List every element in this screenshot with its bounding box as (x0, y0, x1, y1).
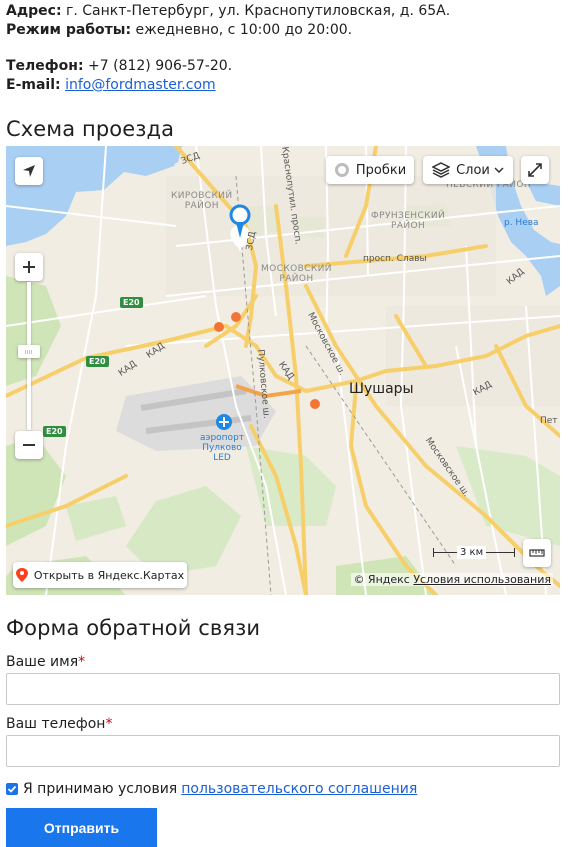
check-icon (7, 785, 17, 793)
plus-icon (23, 261, 35, 273)
traffic-label: Пробки (355, 162, 407, 178)
fullscreen-button[interactable] (521, 156, 549, 184)
copyright-text: © Яндекс (353, 573, 410, 586)
phone-label-text: Ваш телефон (6, 716, 106, 732)
name-field-label: Ваше имя* (6, 653, 566, 671)
agreement-link[interactable]: пользовательского соглашения (181, 780, 417, 798)
email-link[interactable]: info@fordmaster.com (65, 77, 216, 93)
email-label: E-mail: (6, 77, 61, 93)
locate-icon (23, 165, 35, 177)
label-neva: р. Нева (504, 218, 539, 228)
address-line: Адрес: г. Санкт-Петербург, ул. Краснопут… (6, 2, 566, 21)
map-copyright: © Яндекс Условия использования (351, 573, 553, 586)
chevron-down-icon (494, 167, 504, 173)
e20-shield-2: E20 (86, 356, 109, 367)
open-in-yandex-label: Открыть в Яндекс.Картах (33, 568, 185, 582)
agreement-row: Я принимаю условия пользовательского сог… (6, 780, 566, 798)
traffic-icon (334, 163, 349, 177)
agreement-text: Я принимаю условия (23, 781, 178, 797)
phone-line: Телефон: +7 (812) 906-57-20. (6, 57, 566, 76)
scale-label: 3 км (457, 546, 487, 559)
label-slavy: просп. Славы (363, 254, 427, 264)
zoom-slider-handle[interactable] (18, 345, 40, 358)
address-value: г. Санкт-Петербург, ул. Краснопутиловска… (61, 3, 451, 19)
label-moskovsky: МОСКОВСКИЙ РАЙОН (261, 264, 332, 284)
label-frunzensky: ФРУНЗЕНСКИЙ РАЙОН (371, 211, 446, 231)
required-mark: * (78, 654, 86, 670)
phone-field-label: Ваш телефон* (6, 715, 566, 733)
zoom-in-button[interactable] (15, 253, 43, 281)
hours-label: Режим работы: (6, 22, 132, 38)
zoom-out-button[interactable] (15, 431, 43, 459)
minus-icon (23, 444, 35, 446)
name-input[interactable] (6, 673, 560, 705)
ruler-button[interactable] (523, 539, 551, 567)
layers-button[interactable]: Слои (423, 156, 513, 184)
map-section-title: Схема проезда (6, 117, 175, 141)
label-airport: аэропорт Пулково LED (200, 433, 245, 463)
yandex-map[interactable]: КИРОВСКИЙ РАЙОН ФРУНЗЕНСКИЙ РАЙОН МОСКОВСК… (6, 146, 560, 595)
layers-label: Слои (456, 162, 490, 178)
name-label-text: Ваше имя (6, 654, 79, 670)
contacts-block: Адрес: г. Санкт-Петербург, ул. Краснопут… (6, 0, 566, 95)
open-in-yandex-button[interactable]: Открыть в Яндекс.Картах (13, 562, 187, 588)
expand-icon (528, 163, 542, 177)
e20-shield-1: E20 (120, 297, 143, 308)
hours-line: Режим работы: ежедневно, с 10:00 до 20:0… (6, 21, 566, 40)
geolocation-button[interactable] (15, 157, 43, 185)
map-pin-icon (15, 568, 28, 582)
address-label: Адрес: (6, 3, 62, 19)
ruler-icon (529, 549, 545, 557)
terms-link[interactable]: Условия использования (413, 573, 551, 586)
email-line: E-mail: info@fordmaster.com (6, 76, 566, 95)
label-shushary: Шушары (349, 381, 414, 397)
required-mark: * (105, 716, 113, 732)
hours-value: ежедневно, с 10:00 до 20:00. (131, 22, 353, 38)
submit-button[interactable]: Отправить (6, 808, 157, 847)
phone-label: Телефон: (6, 58, 84, 74)
form-title: Форма обратной связи (6, 616, 261, 640)
layers-icon (432, 162, 451, 178)
grip-icon (25, 350, 33, 353)
phone-input[interactable] (6, 735, 560, 767)
e20-shield-3: E20 (43, 426, 66, 437)
label-pet: Пет (540, 416, 558, 426)
phone-value: +7 (812) 906-57-20. (83, 58, 233, 74)
agreement-checkbox[interactable] (6, 783, 18, 795)
scale-bar: 3 км (433, 546, 515, 560)
traffic-button[interactable]: Пробки (326, 156, 414, 184)
label-kirovsky: КИРОВСКИЙ РАЙОН (171, 191, 233, 211)
